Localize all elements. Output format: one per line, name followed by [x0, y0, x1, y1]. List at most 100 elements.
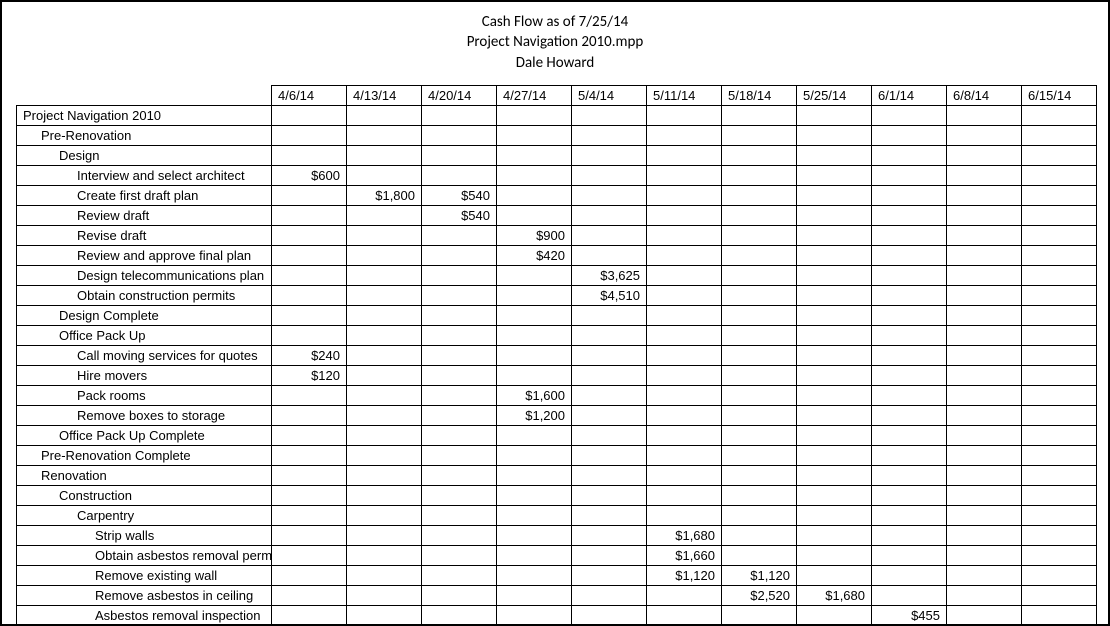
- value-cell: [422, 565, 497, 585]
- task-name: Design Complete: [17, 305, 272, 325]
- task-name: Office Pack Up: [17, 325, 272, 345]
- value-cell: [347, 545, 422, 565]
- table-row: Office Pack Up: [17, 325, 1097, 345]
- value-cell: [722, 285, 797, 305]
- value-cell: [1022, 465, 1097, 485]
- value-cell: [497, 525, 572, 545]
- value-cell: [947, 505, 1022, 525]
- value-cell: [647, 585, 722, 605]
- value-cell: [1022, 365, 1097, 385]
- value-cell: [572, 365, 647, 385]
- value-cell: [1022, 605, 1097, 625]
- value-cell: [347, 505, 422, 525]
- value-cell: [872, 105, 947, 125]
- value-cell: [497, 485, 572, 505]
- value-cell: [347, 325, 422, 345]
- value-cell: [872, 405, 947, 425]
- task-name: Review draft: [17, 205, 272, 225]
- value-cell: [272, 465, 347, 485]
- value-cell: [422, 505, 497, 525]
- table-row: Review and approve final plan$420: [17, 245, 1097, 265]
- cashflow-table: 4/6/14 4/13/14 4/20/14 4/27/14 5/4/14 5/…: [16, 85, 1097, 626]
- value-cell: [272, 105, 347, 125]
- value-cell: [1022, 105, 1097, 125]
- value-cell: [572, 345, 647, 365]
- value-cell: $455: [872, 605, 947, 625]
- value-cell: [797, 265, 872, 285]
- value-cell: [1022, 565, 1097, 585]
- table-row: Interview and select architect$600: [17, 165, 1097, 185]
- value-cell: [947, 545, 1022, 565]
- value-cell: [272, 325, 347, 345]
- value-cell: [722, 145, 797, 165]
- value-cell: [572, 405, 647, 425]
- value-cell: [422, 225, 497, 245]
- value-cell: [572, 445, 647, 465]
- value-cell: [1022, 405, 1097, 425]
- value-cell: [272, 305, 347, 325]
- value-cell: [872, 145, 947, 165]
- value-cell: [497, 365, 572, 385]
- table-row: Construction: [17, 485, 1097, 505]
- value-cell: [797, 605, 872, 625]
- value-cell: [722, 445, 797, 465]
- value-cell: $1,120: [647, 565, 722, 585]
- task-name: Construction: [17, 485, 272, 505]
- col-header: 5/11/14: [647, 85, 722, 105]
- value-cell: [422, 585, 497, 605]
- value-cell: [872, 525, 947, 545]
- value-cell: [272, 505, 347, 525]
- value-cell: [797, 125, 872, 145]
- value-cell: [272, 205, 347, 225]
- value-cell: [422, 605, 497, 625]
- value-cell: [422, 485, 497, 505]
- value-cell: [422, 265, 497, 285]
- value-cell: [797, 425, 872, 445]
- value-cell: [722, 205, 797, 225]
- value-cell: [722, 505, 797, 525]
- value-cell: [497, 125, 572, 145]
- value-cell: [497, 325, 572, 345]
- value-cell: [872, 365, 947, 385]
- table-row: Hire movers$120: [17, 365, 1097, 385]
- table-row: Asbestos removal inspection$455: [17, 605, 1097, 625]
- value-cell: [272, 565, 347, 585]
- value-cell: [872, 225, 947, 245]
- value-cell: [1022, 185, 1097, 205]
- value-cell: [1022, 225, 1097, 245]
- value-cell: [347, 285, 422, 305]
- value-cell: [272, 585, 347, 605]
- value-cell: [347, 125, 422, 145]
- value-cell: [272, 545, 347, 565]
- value-cell: [947, 185, 1022, 205]
- value-cell: [647, 425, 722, 445]
- value-cell: [422, 245, 497, 265]
- value-cell: [1022, 345, 1097, 365]
- value-cell: [422, 385, 497, 405]
- value-cell: [722, 245, 797, 265]
- value-cell: [647, 345, 722, 365]
- task-name: Design telecommunications plan: [17, 265, 272, 285]
- value-cell: [872, 185, 947, 205]
- report-author: Dale Howard: [16, 53, 1094, 73]
- value-cell: [947, 105, 1022, 125]
- value-cell: [647, 465, 722, 485]
- value-cell: [872, 345, 947, 365]
- task-name: Interview and select architect: [17, 165, 272, 185]
- value-cell: [572, 385, 647, 405]
- value-cell: [722, 345, 797, 365]
- value-cell: [497, 425, 572, 445]
- value-cell: [422, 445, 497, 465]
- value-cell: [272, 285, 347, 305]
- value-cell: [872, 265, 947, 285]
- value-cell: [497, 145, 572, 165]
- value-cell: [347, 585, 422, 605]
- value-cell: [947, 425, 1022, 445]
- value-cell: [947, 125, 1022, 145]
- col-header: 6/8/14: [947, 85, 1022, 105]
- value-cell: $540: [422, 205, 497, 225]
- table-row: Review draft $540: [17, 205, 1097, 225]
- value-cell: [1022, 445, 1097, 465]
- value-cell: [722, 465, 797, 485]
- value-cell: [422, 165, 497, 185]
